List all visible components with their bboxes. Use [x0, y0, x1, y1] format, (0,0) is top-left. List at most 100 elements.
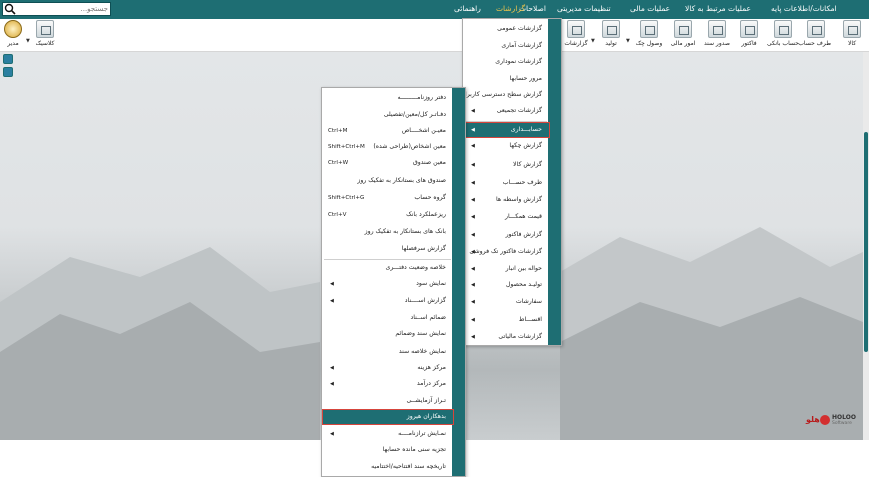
- submenu-arrow-icon: ◀: [330, 365, 334, 371]
- accounting_menu-item-label: خلاصه وضعیت دفتـــری: [385, 264, 446, 271]
- accounting_menu-item[interactable]: خلاصه وضعیت دفتـــری: [322, 260, 454, 276]
- reports_menu-item-label: مرور حسابها: [509, 75, 542, 82]
- accounting_menu-item[interactable]: معیـن اشخــــاص Ctrl+M: [322, 123, 454, 139]
- accounting_menu-item[interactable]: تجزیه سنی مانده حسابها: [322, 442, 454, 458]
- users-icon[interactable]: [3, 67, 13, 77]
- toolbar-production-button[interactable]: تولید: [598, 20, 624, 51]
- toolbar-bank-account-button[interactable]: حساب بانکی: [765, 20, 801, 51]
- submenu-arrow-icon: ◀: [471, 108, 475, 114]
- accounting_menu-item[interactable]: ریزعملکرد بانک Ctrl+V: [322, 207, 454, 223]
- reports_menu-item[interactable]: گزارش واسطه ها ◀: [463, 192, 550, 208]
- toolbar-issue-doc-button[interactable]: صدور سند: [702, 20, 732, 51]
- accounting_menu-item[interactable]: صندوق های بستانکار به تفکیک روز: [322, 173, 454, 189]
- search-icon[interactable]: [4, 3, 16, 15]
- chevron-down-icon[interactable]: ▼: [626, 38, 630, 44]
- accounting_menu-item[interactable]: دفتر روزنامـــــــــه: [322, 90, 454, 106]
- accounting_menu-item[interactable]: ضمائم اســناد: [322, 310, 454, 326]
- accounting_menu-item-label: ریزعملکرد بانک: [406, 211, 446, 218]
- accounting_menu-item[interactable]: بانک های بستانکار به تفکیک روز: [322, 224, 454, 240]
- submenu-arrow-icon: ◀: [330, 431, 334, 437]
- submenu-arrow-icon: ◀: [471, 249, 475, 255]
- accounting_menu-item-label: تاریخچه سند افتتاحیه/اختتامیه: [371, 463, 446, 470]
- reports_menu-item[interactable]: تولیـد محصول ◀: [463, 277, 550, 293]
- invoice-icon: [740, 20, 758, 38]
- box-icon: [843, 20, 861, 38]
- accounting_menu-item[interactable]: تاریخچه سند افتتاحیه/اختتامیه: [322, 459, 454, 475]
- reports_menu-item[interactable]: قیمت همکـــار ◀: [463, 209, 550, 225]
- menu-basic-info[interactable]: امکانات/اطلاعات پایه: [771, 4, 837, 13]
- accounting_menu-item[interactable]: نمـایش ترازنامــــه ◀: [322, 426, 454, 442]
- menu-admin-settings[interactable]: تنظیمات مدیریتی: [557, 4, 611, 13]
- accounting_menu-item[interactable]: گزارش اســــناد ◀: [322, 293, 454, 309]
- reports_menu-item[interactable]: گزارشات فاکتور تک فروشی ◀: [463, 244, 550, 260]
- accounting_menu-item[interactable]: مرکز درآمد ◀: [322, 376, 454, 392]
- accounting_menu-item[interactable]: بدهکاران هیروز: [322, 409, 454, 425]
- accounting_menu-item-label: تـراز آزمایشــی: [406, 397, 446, 404]
- search-input[interactable]: [16, 3, 108, 15]
- submenu-arrow-icon: ◀: [471, 143, 475, 149]
- submenu-arrow-icon: ◀: [471, 127, 475, 133]
- side-icons: [3, 54, 13, 80]
- menu-help[interactable]: راهنمائی: [454, 4, 481, 13]
- submenu-arrow-icon: ◀: [471, 162, 475, 168]
- toolbar-finance-button[interactable]: امور مالی: [669, 20, 697, 51]
- document-icon: [708, 20, 726, 38]
- info-icon[interactable]: [3, 54, 13, 64]
- accounting_menu-item[interactable]: معین صندوق Ctrl+W: [322, 155, 454, 171]
- reports_menu-item[interactable]: حسابـــداری ◀: [463, 122, 550, 138]
- finance-icon: [674, 20, 692, 38]
- toolbar-cheque-button[interactable]: وصول چک: [633, 20, 665, 51]
- accounting_menu-item[interactable]: تـراز آزمایشــی: [322, 393, 454, 409]
- menu-financial-ops[interactable]: عملیات مالی: [630, 4, 670, 13]
- reports_menu-item[interactable]: گزارش فاکتور ◀: [463, 227, 550, 243]
- accounting_menu-item[interactable]: دفـاتـر کل/معین/تفصیلی: [322, 107, 454, 123]
- search-box[interactable]: [2, 2, 111, 16]
- submenu-arrow-icon: ◀: [330, 298, 334, 304]
- reports_menu-item[interactable]: مرور حسابها: [463, 71, 550, 87]
- accounting_menu-item[interactable]: نمایش خلاصه سند: [322, 344, 454, 360]
- reports_menu-item-label: گزارش واسطه ها: [496, 196, 542, 203]
- reports_menu-item[interactable]: گزارش سطح دسترسی کاربران: [460, 87, 550, 103]
- scrollbar[interactable]: [863, 52, 869, 440]
- reports_menu-item-label: گزارشات عمومی: [497, 25, 542, 32]
- reports_menu-item-label: گزارش کالا: [513, 161, 542, 168]
- submenu-arrow-icon: ◀: [471, 180, 475, 186]
- accounting_menu-item-label: دفـاتـر کل/معین/تفصیلی: [383, 111, 446, 118]
- accounting_menu-item[interactable]: مرکز هزینه ◀: [322, 360, 454, 376]
- menu-goods-ops[interactable]: عملیات مرتبط به کالا: [685, 4, 751, 13]
- reports_menu-item-label: گزارش سطح دسترسی کاربران: [460, 91, 542, 98]
- accounting_menu-item[interactable]: گزارش سرفصلها: [322, 241, 454, 257]
- menu-reports[interactable]: گزارشات: [496, 4, 525, 13]
- submenu-arrow-icon: ◀: [330, 281, 334, 287]
- chevron-down-icon[interactable]: ▼: [591, 38, 595, 44]
- submenu-arrow-icon: ◀: [471, 317, 475, 323]
- logo-mark: [820, 415, 830, 425]
- toolbar-user-button[interactable]: مدیر: [3, 20, 23, 51]
- toolbar-goods-button[interactable]: کالا: [841, 20, 863, 51]
- reports_menu-item[interactable]: طرف حســـاب ◀: [463, 175, 550, 191]
- reports_menu-item[interactable]: گزارشات تجمیعی ◀: [463, 103, 550, 119]
- toolbar-party-button[interactable]: طرف حساب: [798, 20, 831, 51]
- reports_menu-item[interactable]: حواله بین انبار ◀: [463, 261, 550, 277]
- reports_menu-item[interactable]: گزارشات نموداری: [463, 54, 550, 70]
- shortcut-label: Shift+Ctrl+G: [328, 195, 365, 201]
- accounting_menu-item[interactable]: معین اشخاص(طراحی شده) Shift+Ctrl+M: [322, 139, 454, 155]
- reports_menu-item[interactable]: اقســـاط ◀: [463, 312, 550, 328]
- chevron-down-icon[interactable]: ▼: [26, 38, 30, 44]
- reports_menu-item[interactable]: سفارشات ◀: [463, 294, 550, 310]
- reports_menu-item-label: سفارشات: [515, 298, 542, 305]
- accounting_menu-item[interactable]: گروه حساب Shift+Ctrl+G: [322, 190, 454, 206]
- toolbar-invoice-button[interactable]: فاکتور: [737, 20, 761, 51]
- accounting_menu-item[interactable]: نمایش سند وضمائم: [322, 326, 454, 342]
- accounting_menu-item-label: نمایش سند وضمائم: [395, 330, 446, 337]
- reports_menu-item[interactable]: گزارش چکها ◀: [463, 138, 550, 154]
- toolbar-theme-button[interactable]: کلاسیک: [33, 20, 57, 51]
- reports_menu-item[interactable]: گزارشات آماری: [463, 38, 550, 54]
- accounting_menu-item-label: مرکز هزینه: [417, 364, 446, 371]
- reports_menu-item[interactable]: گزارشات مالیاتی ◀: [463, 329, 550, 345]
- accounting_menu-item[interactable]: نمایش سود ◀: [322, 276, 454, 292]
- reports_menu-item[interactable]: گزارش کالا ◀: [463, 157, 550, 173]
- toolbar-reports-button[interactable]: گزارشات: [564, 20, 588, 51]
- reports_menu-item[interactable]: گزارشات عمومی: [463, 21, 550, 37]
- scrollbar-thumb[interactable]: [864, 132, 868, 352]
